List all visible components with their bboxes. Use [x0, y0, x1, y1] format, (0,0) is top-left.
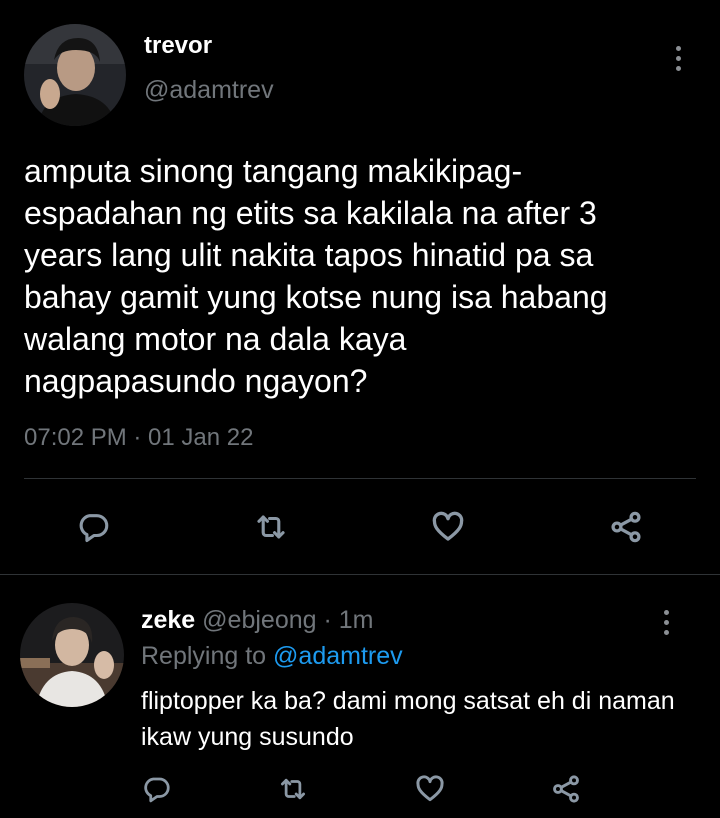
reply-button[interactable]	[135, 767, 179, 811]
retweet-icon	[281, 778, 305, 800]
share-button[interactable]	[544, 767, 588, 811]
tweet-timestamp[interactable]: 07:02 PM · 01 Jan 22	[24, 424, 253, 452]
header-separator: ·	[316, 606, 339, 634]
share-button[interactable]	[604, 505, 648, 549]
heart-icon	[416, 775, 444, 802]
reply-display-name[interactable]: zeke	[141, 606, 195, 634]
like-button[interactable]	[426, 505, 470, 549]
tweet-text: amputa sinong tangang makikipag- espadah…	[24, 153, 608, 399]
reply-header: zeke @ebjeong · 1m	[141, 606, 373, 635]
like-button[interactable]	[408, 767, 452, 811]
retweet-icon	[257, 515, 285, 539]
replying-to: Replying to @adamtrev	[141, 642, 403, 671]
retweet-button[interactable]	[271, 767, 315, 811]
reply-time[interactable]: 1m	[339, 606, 374, 634]
retweet-button[interactable]	[249, 505, 293, 549]
main-tweet: trevor @adamtrev amputa sinong tangang m…	[0, 0, 720, 575]
reply-handle[interactable]: @ebjeong	[202, 606, 316, 634]
reply-icon	[144, 777, 170, 803]
reply-avatar[interactable]	[20, 603, 124, 707]
more-vertical-icon[interactable]	[666, 38, 690, 78]
more-vertical-icon[interactable]	[654, 602, 678, 642]
reply-button[interactable]	[72, 505, 116, 549]
avatar[interactable]	[24, 24, 126, 126]
section-divider	[0, 574, 720, 575]
display-name[interactable]: trevor	[144, 32, 212, 60]
replying-prefix: Replying to	[141, 642, 274, 670]
share-icon	[553, 775, 579, 803]
user-handle[interactable]: @adamtrev	[144, 76, 274, 105]
reply-text: fliptopper ka ba? dami mong satsat eh di…	[141, 687, 675, 751]
reply-icon	[79, 514, 109, 543]
mention-link[interactable]: @adamtrev	[273, 642, 403, 670]
heart-icon	[432, 511, 464, 541]
share-icon	[611, 511, 641, 543]
divider	[24, 478, 696, 479]
